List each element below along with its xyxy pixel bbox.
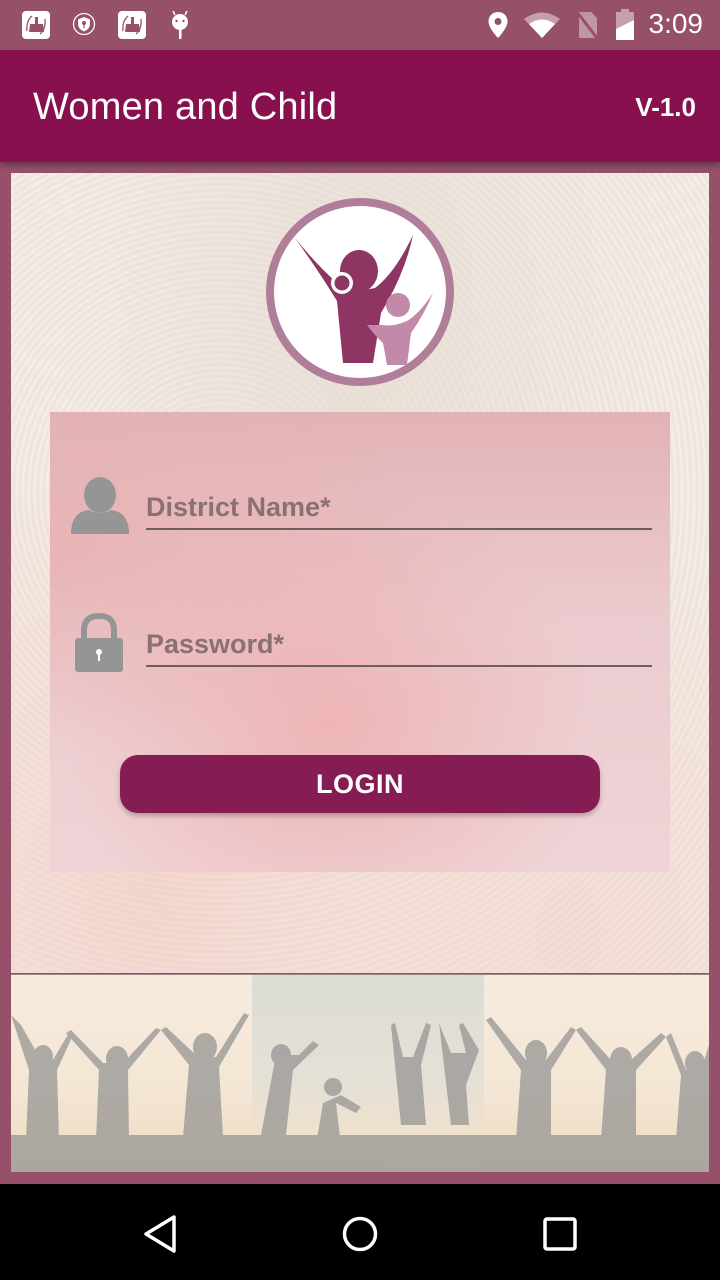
- battery-charging-icon: [616, 9, 634, 40]
- cleaner-app-icon: [118, 11, 146, 39]
- app-bar: Women and Child V-1.0: [0, 50, 720, 162]
- app-version: V-1.0: [635, 92, 696, 122]
- district-name-field[interactable]: [146, 486, 652, 530]
- vpn-shield-icon: [72, 12, 96, 36]
- district-name-input[interactable]: [146, 486, 652, 528]
- recents-button[interactable]: [536, 1210, 584, 1258]
- wifi-icon: [524, 12, 560, 38]
- navigation-bar: [0, 1184, 720, 1280]
- login-card: LOGIN: [50, 412, 670, 872]
- app-logo: [266, 198, 454, 386]
- password-input[interactable]: [146, 623, 652, 665]
- clock: 3:09: [648, 8, 704, 39]
- no-sim-icon: [575, 11, 599, 39]
- login-screen: LOGIN: [11, 173, 709, 973]
- back-button[interactable]: [136, 1210, 184, 1258]
- home-icon: [342, 1216, 378, 1252]
- android-debug-icon: [172, 10, 188, 39]
- user-icon: [71, 477, 129, 534]
- app-title: Women and Child: [33, 86, 338, 128]
- password-field[interactable]: [146, 623, 652, 667]
- location-icon: [488, 12, 508, 38]
- home-button[interactable]: [336, 1210, 384, 1258]
- women-silhouettes-image: [11, 1013, 709, 1172]
- status-bar: 3:09: [0, 0, 720, 50]
- recents-icon: [543, 1217, 577, 1251]
- cleaner-app-icon: [22, 11, 50, 39]
- lock-icon: [75, 613, 123, 672]
- banner-image: [11, 974, 709, 1172]
- back-icon: [144, 1215, 176, 1253]
- login-button[interactable]: LOGIN: [120, 755, 600, 813]
